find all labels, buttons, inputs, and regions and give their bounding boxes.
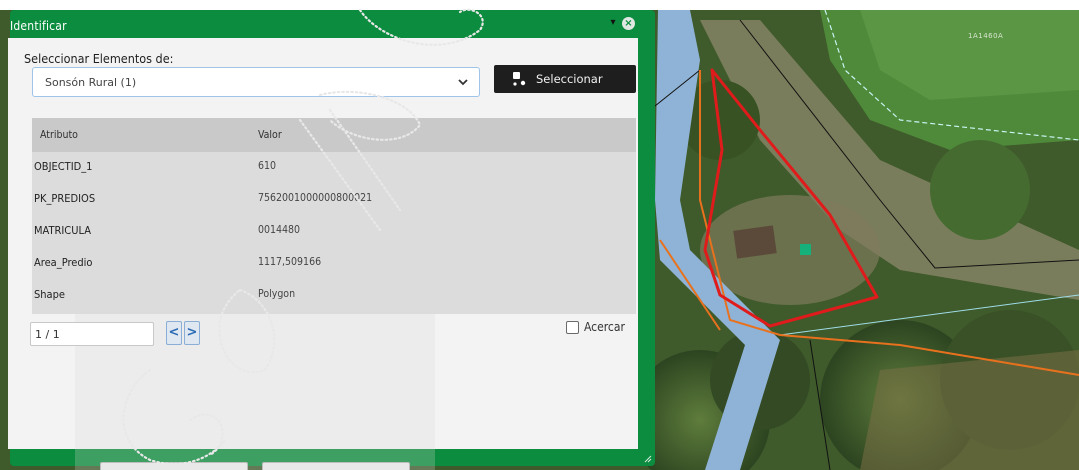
attribute-table: Atributo Valor OBJECTID_1 610 PK_PREDIOS…: [32, 118, 636, 314]
next-page-button[interactable]: >: [184, 321, 200, 345]
attribute-name: Shape: [34, 288, 65, 301]
page-number-value: 1 / 1: [35, 328, 60, 341]
attribute-value: 0014480: [258, 224, 301, 236]
table-row[interactable]: PK_PREDIOS 7562001000000800021: [32, 184, 636, 216]
attribute-value: 610: [258, 160, 277, 172]
background-button: [262, 462, 410, 470]
select-button[interactable]: Seleccionar: [494, 65, 636, 93]
map-parcel-label: 1A1460A: [968, 32, 1004, 40]
select-cursor-icon: [513, 72, 526, 86]
table-header: Atributo Valor: [32, 118, 636, 152]
column-header-value: Valor: [258, 129, 282, 141]
table-row[interactable]: OBJECTID_1 610: [32, 152, 636, 184]
zoom-to-checkbox[interactable]: [566, 321, 579, 334]
resize-handle-icon[interactable]: [644, 455, 652, 463]
select-button-label: Seleccionar: [536, 72, 603, 86]
top-bar-strip: [0, 0, 1079, 10]
attribute-name: PK_PREDIOS: [34, 192, 96, 205]
attribute-name: MATRICULA: [34, 224, 91, 237]
attribute-name: Area_Predio: [34, 256, 93, 269]
column-header-attribute: Atributo: [40, 129, 78, 141]
dialog-title: Identificar: [10, 19, 67, 33]
layer-source-value: Sonsón Rural (1): [45, 76, 137, 89]
attribute-value: Polygon: [258, 288, 296, 300]
select-elements-label: Seleccionar Elementos de:: [24, 51, 174, 66]
attribute-value: 7562001000000800021: [258, 192, 373, 204]
chevron-down-icon[interactable]: ▾: [606, 16, 620, 30]
zoom-to-label: Acercar: [584, 320, 625, 334]
table-row[interactable]: MATRICULA 0014480: [32, 216, 636, 248]
page-number-input[interactable]: 1 / 1: [30, 322, 154, 346]
attribute-name: OBJECTID_1: [34, 160, 93, 173]
chevron-down-icon: [458, 79, 468, 86]
close-icon[interactable]: ×: [622, 17, 635, 30]
previous-page-button[interactable]: <: [166, 321, 182, 345]
table-row[interactable]: Shape Polygon: [32, 280, 636, 312]
attribute-value: 1117,509166: [258, 256, 322, 268]
table-row[interactable]: Area_Predio 1117,509166: [32, 248, 636, 280]
background-button: [100, 462, 248, 470]
layer-source-select[interactable]: Sonsón Rural (1): [32, 67, 480, 97]
